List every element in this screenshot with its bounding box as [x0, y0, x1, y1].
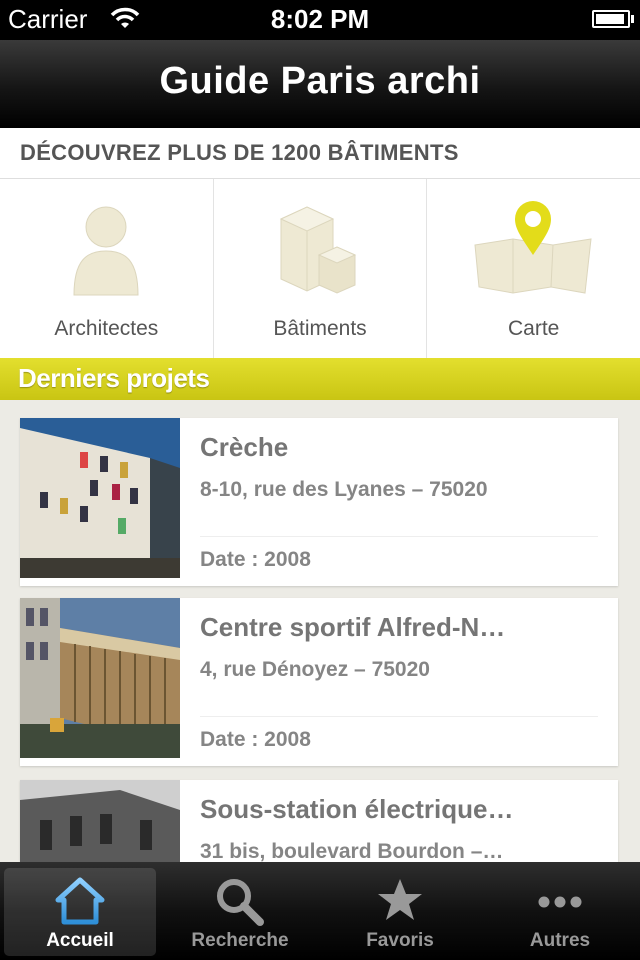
tab-recherche[interactable]: Recherche — [164, 868, 316, 956]
app-title: Guide Paris archi — [159, 60, 481, 102]
tab-accueil[interactable]: Accueil — [4, 868, 156, 956]
project-name: Centre sportif Alfred-N… — [200, 612, 506, 642]
more-icon — [538, 896, 582, 908]
project-name: Sous-station électrique… — [200, 794, 514, 824]
tile-label: Bâtiments — [273, 317, 367, 340]
project-name: Crèche — [200, 432, 289, 462]
tab-favoris[interactable]: Favoris — [324, 868, 476, 956]
project-card[interactable]: Sous-station électrique… 31 bis, bouleva… — [20, 780, 618, 862]
divider — [200, 716, 598, 717]
tile-label: Architectes — [54, 317, 159, 340]
projects-list[interactable]: Crèche 8-10, rue des Lyanes – 75020 Date… — [0, 400, 640, 862]
project-thumbnail — [20, 780, 180, 862]
tab-label: Recherche — [191, 930, 289, 951]
tile-label: Carte — [508, 317, 560, 340]
discover-text: DÉCOUVREZ PLUS DE 1200 BÂTIMENTS — [20, 140, 459, 165]
category-tiles: Architectes Bâtiments Carte — [0, 179, 640, 359]
section-title: Derniers projets — [18, 363, 210, 393]
project-date: Date : 2008 — [200, 548, 311, 571]
tile-architectes[interactable]: Architectes — [0, 179, 214, 359]
project-card[interactable]: Crèche 8-10, rue des Lyanes – 75020 Date… — [20, 418, 618, 586]
star-icon — [378, 879, 422, 920]
project-thumbnail — [20, 598, 180, 758]
home-icon — [55, 877, 105, 925]
project-address: 4, rue Dénoyez – 75020 — [200, 658, 430, 681]
navigation-bar: Guide Paris archi — [0, 40, 640, 129]
divider — [200, 536, 598, 537]
person-icon — [73, 206, 139, 296]
buildings-icon — [279, 206, 357, 294]
tab-label: Favoris — [366, 930, 434, 951]
status-bar: Carrier 8:02 PM — [0, 0, 640, 40]
clock: 8:02 PM — [270, 4, 370, 34]
tile-batiments[interactable]: Bâtiments — [213, 179, 428, 359]
tab-autres[interactable]: Autres — [484, 868, 636, 956]
project-address: 8-10, rue des Lyanes – 75020 — [200, 478, 488, 501]
discover-banner: DÉCOUVREZ PLUS DE 1200 BÂTIMENTS — [0, 128, 640, 179]
battery-icon — [592, 10, 634, 28]
project-card[interactable]: Centre sportif Alfred-N… 4, rue Dénoyez … — [20, 598, 618, 766]
map-pin-icon — [474, 201, 592, 294]
tab-bar: Accueil Recherche Favoris Autres — [0, 862, 640, 960]
project-thumbnail — [20, 418, 180, 578]
section-header: Derniers projets — [0, 358, 640, 401]
tab-label: Autres — [529, 930, 591, 951]
search-icon — [217, 879, 264, 926]
tile-carte[interactable]: Carte — [427, 179, 640, 359]
tab-label: Accueil — [46, 930, 114, 951]
project-date: Date : 2008 — [200, 728, 311, 751]
project-address: 31 bis, boulevard Bourdon –… — [200, 840, 504, 862]
